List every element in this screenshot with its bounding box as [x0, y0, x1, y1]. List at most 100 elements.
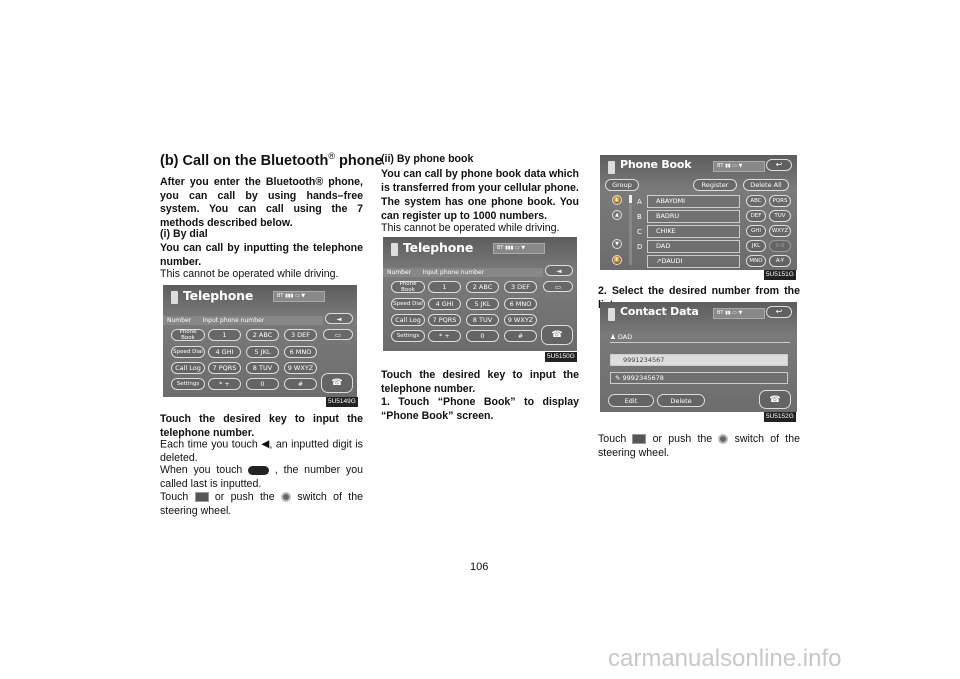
figure-label: 5U5151G	[764, 270, 796, 280]
figure-label: 5U5150G	[545, 352, 577, 362]
key-3: 3 DEF	[504, 281, 537, 293]
call-log-button: Call Log	[391, 314, 425, 326]
contact-row: BADRU	[647, 210, 740, 223]
speed-dial-button: Speed Dial	[171, 346, 205, 358]
contact-row: ABAYOMI	[647, 195, 740, 208]
phone-book-button: Phone Book	[391, 281, 425, 293]
status-indicator: BT ▮▮ ▭ ▼	[713, 161, 765, 172]
telephone-screen-image: Telephone BT ▮▮▮ ▭ ▼ Number Input phone …	[163, 285, 357, 397]
page-down-icon: ⏬	[612, 255, 622, 265]
driving-note: This cannot be operated while driving.	[381, 222, 560, 234]
phone-book-screen-image: Phone Book BT ▮▮ ▭ ▼ ↩ Group Register De…	[600, 155, 797, 270]
key-star: * +	[428, 330, 461, 342]
return-button: ↩	[766, 306, 792, 318]
key-8: 8 TUV	[466, 314, 499, 326]
return-button: ↩	[766, 159, 792, 171]
key-hash: #	[284, 378, 317, 390]
settings-button: Settings	[391, 330, 425, 342]
screen-title: Telephone	[403, 240, 474, 255]
status-indicator: BT ▮▮▮ ▭ ▼	[493, 243, 545, 254]
number-field: Number Input phone number	[383, 268, 543, 277]
scroll-down-icon: ▼	[612, 239, 622, 249]
call-log-button: Call Log	[171, 362, 205, 374]
key-5: 5 JKL	[246, 346, 279, 358]
by-dial-paragraph: You can call by inputting the telephone …	[160, 242, 363, 268]
index-mno: MNO	[746, 255, 766, 267]
step-1-instruction: 1. Touch “Phone Book” to display “Phone …	[381, 396, 579, 422]
person-icon: ♟	[610, 333, 616, 341]
instruction-touch-key: Touch the desired key to input the telep…	[160, 413, 363, 439]
subheading-by-phone-book: (ii) By phone book	[381, 153, 474, 165]
index-tuv: TUV	[769, 210, 791, 222]
key-9: 9 WXYZ	[284, 362, 317, 374]
number-field: Number Input phone number	[163, 316, 323, 325]
page-number: 106	[470, 561, 489, 573]
phone-type-icon: ✎	[615, 374, 621, 382]
index-abc: ABC	[746, 195, 766, 207]
figure-label: 5U5152G	[764, 412, 796, 422]
key-6: 6 MNO	[504, 298, 537, 310]
driving-note: This cannot be operated while driving.	[160, 268, 339, 280]
phone-icon	[608, 308, 615, 321]
subheading-by-dial: (i) By dial	[160, 228, 208, 240]
scrollbar	[629, 195, 632, 265]
key-6: 6 MNO	[284, 346, 317, 358]
steering-switch-icon	[281, 492, 292, 503]
key-0: 0	[466, 330, 499, 342]
call-button: ☎	[759, 390, 791, 409]
number-row: ✎ 9992345678	[610, 372, 788, 384]
phone-icon	[171, 291, 178, 304]
index-wxyz: WXYZ	[769, 225, 791, 237]
phone-icon	[391, 243, 398, 256]
key-5: 5 JKL	[466, 298, 499, 310]
phone-book-paragraph: You can call by phone book data which is…	[381, 168, 579, 194]
phone-icon	[608, 161, 615, 174]
contact-row: CHIKE	[647, 225, 740, 238]
phone-book-capacity: The system has one phone book. You can r…	[381, 196, 579, 222]
scroll-up-icon: ▲	[612, 210, 622, 220]
backspace-note: Each time you touch ◀, an inputted digit…	[160, 438, 363, 465]
delete-button: Delete	[657, 394, 705, 407]
key-2: 2 ABC	[466, 281, 499, 293]
index-a-y: A-Y	[769, 255, 791, 267]
key-1: 1	[428, 281, 461, 293]
letter-index: ABCD	[637, 198, 643, 251]
page-up-icon: ⏫	[612, 195, 622, 205]
key-1: 1	[208, 329, 241, 341]
contact-row: ↗DAUDI	[647, 255, 740, 268]
key-3: 3 DEF	[284, 329, 317, 341]
redial-button: ▭	[543, 281, 573, 292]
call-button: ☎	[321, 373, 353, 393]
key-7: 7 PQRS	[428, 314, 461, 326]
edit-button: Edit	[608, 394, 654, 407]
call-button-icon	[194, 492, 209, 503]
divider	[610, 342, 790, 343]
redial-pill-icon	[248, 465, 270, 475]
contact-data-screen-image: Contact Data BT ▮▮ ▭ ▼ ↩ ♟ DAD 999123456…	[600, 302, 797, 412]
contact-row: DAD	[647, 240, 740, 253]
call-button-icon	[632, 434, 647, 445]
intro-paragraph: After you enter the Bluetooth® phone, yo…	[160, 176, 363, 229]
register-button: Register	[693, 179, 737, 191]
group-button: Group	[605, 179, 639, 191]
backspace-button: ◄	[325, 313, 353, 324]
status-indicator: BT ▮▮ ▭ ▼	[713, 308, 765, 319]
call-note: Touch or push the switch of the steering…	[598, 433, 800, 459]
index-jkl: JKL	[746, 240, 766, 252]
instruction-touch-key: Touch the desired key to input the telep…	[381, 369, 579, 395]
contact-name: ♟ DAD	[610, 333, 633, 341]
index-def: DEF	[746, 210, 766, 222]
figure-label: 5U5149G	[326, 397, 358, 407]
key-0: 0	[246, 378, 279, 390]
screen-title: Telephone	[183, 288, 254, 303]
key-9: 9 WXYZ	[504, 314, 537, 326]
redial-note: When you touch , the number you called l…	[160, 464, 363, 490]
steering-switch-icon	[718, 434, 729, 445]
number-row-selected: 9991234567	[610, 354, 788, 366]
backspace-button: ◄	[545, 265, 573, 276]
screen-title: Contact Data	[620, 305, 699, 318]
key-4: 4 GHI	[428, 298, 461, 310]
redial-button: ▭	[323, 329, 353, 340]
status-indicator: BT ▮▮▮ ▭ ▼	[273, 291, 325, 302]
call-button: ☎	[541, 325, 573, 345]
